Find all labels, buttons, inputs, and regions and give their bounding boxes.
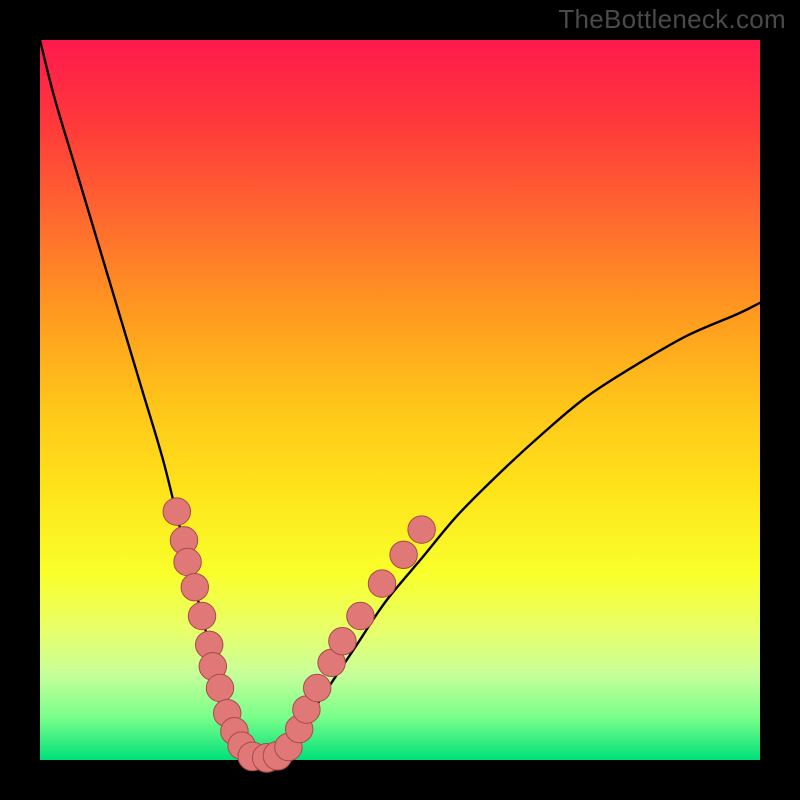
curve-marker [206,674,233,701]
curve-marker [303,674,330,701]
curve-markers [163,498,435,772]
curve-marker [329,627,356,654]
curve-marker [181,573,208,600]
chart-stage: TheBottleneck.com [0,0,800,800]
curve-marker [163,498,190,525]
bottleneck-curve [40,40,760,760]
watermark-text: TheBottleneck.com [558,4,786,35]
plot-area [40,40,760,760]
curve-marker [390,541,417,568]
curve-marker [174,548,201,575]
curve-marker [368,570,395,597]
curve-marker [347,602,374,629]
curve-marker [408,516,435,543]
curve-layer [40,40,760,760]
curve-marker [188,602,215,629]
